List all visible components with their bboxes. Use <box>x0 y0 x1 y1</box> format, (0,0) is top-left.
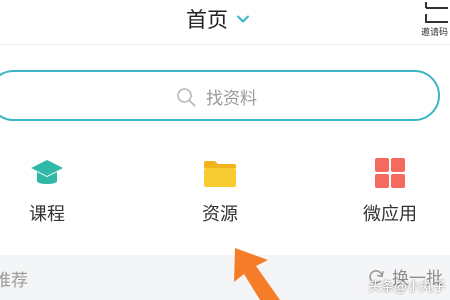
header-divider <box>0 44 450 45</box>
feature-micro-app-label: 微应用 <box>363 204 417 225</box>
annotation-arrow-icon <box>234 248 280 300</box>
search-icon <box>177 87 196 106</box>
feature-micro-app[interactable]: 微应用 <box>330 150 450 230</box>
graduation-cap-icon <box>31 160 63 184</box>
recommend-title: 推荐 <box>0 271 28 291</box>
search-placeholder: 找资料 <box>206 89 257 109</box>
invite-code-label[interactable]: 邀请码 <box>421 25 448 38</box>
top-bar: 首页 邀请码 <box>0 0 450 44</box>
grid-apps-icon <box>375 158 405 188</box>
search-box[interactable]: 找资料 <box>0 70 440 121</box>
feature-resource[interactable]: 资源 <box>160 150 280 230</box>
feature-course[interactable]: 课程 <box>0 150 107 230</box>
chevron-down-icon <box>237 15 249 23</box>
page-title-switcher[interactable]: 首页 <box>186 3 250 35</box>
feature-course-label: 课程 <box>29 204 65 225</box>
watermark: 头条@小丸子 <box>368 280 447 295</box>
folder-icon <box>204 161 236 187</box>
page-title: 首页 <box>186 8 228 32</box>
feature-resource-label: 资源 <box>202 204 238 225</box>
